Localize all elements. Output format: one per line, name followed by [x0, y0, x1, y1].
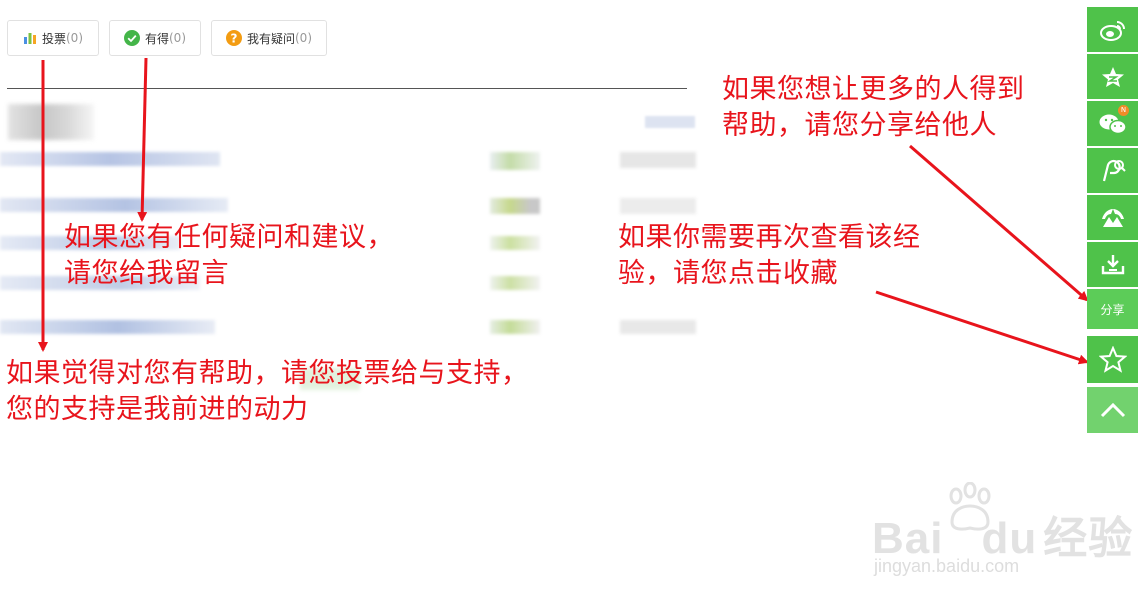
favorite-annotation-line-1: 如果你需要再次查看该经	[618, 222, 921, 253]
share-annotation: 如果您想让更多的人得到 帮助，请您分享给他人	[722, 72, 1025, 144]
share-weibo-button[interactable]	[1087, 7, 1138, 52]
share-label-button[interactable]: 分享	[1087, 289, 1138, 329]
share-annotation-line-1: 如果您想让更多的人得到	[722, 74, 1025, 105]
comment-annotation-line-2: 请您给我留言	[64, 258, 229, 289]
back-to-top-button[interactable]	[1087, 387, 1138, 433]
qzone-icon	[1101, 66, 1125, 88]
share-label: 分享	[1100, 302, 1125, 317]
douban-icon	[1101, 254, 1125, 276]
share-douban-button[interactable]	[1087, 242, 1138, 287]
star-outline-icon	[1098, 346, 1127, 373]
comment-annotation-line-1: 如果您有任何疑问和建议，	[64, 222, 394, 253]
comment-annotation: 如果您有任何疑问和建议， 请您给我留言	[64, 220, 394, 292]
renren-icon	[1100, 207, 1126, 229]
favorite-arrow	[875, 290, 1089, 365]
favorite-annotation: 如果你需要再次查看该经 验，请您点击收藏	[618, 220, 921, 292]
share-arrow	[909, 144, 1089, 302]
weibo-icon	[1099, 19, 1126, 41]
share-wechat-button[interactable]: N	[1087, 101, 1138, 146]
favorite-annotation-line-2: 验，请您点击收藏	[618, 258, 838, 289]
share-renren-button[interactable]	[1087, 195, 1138, 240]
new-badge: N	[1118, 105, 1129, 116]
vote-annotation: 如果觉得对您有帮助，请您投票给与支持， 您的支持是我前进的动力	[6, 356, 529, 428]
tieba-icon	[1100, 159, 1126, 183]
share-qzone-button[interactable]	[1087, 54, 1138, 99]
favorite-button[interactable]	[1087, 336, 1138, 383]
vote-annotation-line-2: 您的支持是我前进的动力	[6, 394, 309, 425]
share-annotation-line-2: 帮助，请您分享给他人	[722, 110, 997, 141]
watermark-url: jingyan.baidu.com	[874, 556, 1020, 576]
vote-annotation-line-1: 如果觉得对您有帮助，请您投票给与支持，	[6, 358, 529, 389]
share-tieba-button[interactable]	[1087, 148, 1138, 193]
chevron-up-icon	[1099, 401, 1127, 419]
watermark-product: 经验	[1043, 514, 1134, 563]
comment-arrow	[137, 57, 148, 222]
